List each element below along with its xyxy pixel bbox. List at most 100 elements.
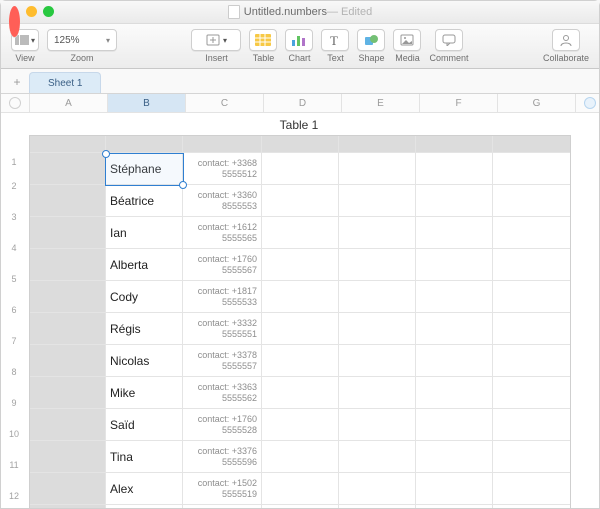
cell-B[interactable]: Régis: [106, 313, 183, 344]
cell-C[interactable]: contact: +33785555557: [183, 345, 262, 376]
close-window-icon[interactable]: [9, 6, 20, 38]
cell-E[interactable]: [339, 473, 416, 504]
row-number[interactable]: 5: [1, 274, 27, 284]
cell-F[interactable]: [416, 185, 493, 216]
table-button[interactable]: [249, 29, 277, 51]
cell-D[interactable]: [262, 281, 339, 312]
cell-G[interactable]: [493, 345, 570, 376]
cell-C[interactable]: contact: +15025555519: [183, 473, 262, 504]
cell-E[interactable]: [339, 505, 416, 508]
cell-B[interactable]: Béatrice: [106, 185, 183, 216]
col-header-C[interactable]: C: [186, 94, 264, 112]
table-row[interactable]: Tinacontact: +33765555596: [30, 441, 570, 473]
sheet-tab-1[interactable]: Sheet 1: [29, 72, 101, 93]
col-header-B[interactable]: B: [108, 94, 186, 112]
cell-F[interactable]: [416, 409, 493, 440]
cell-D[interactable]: [262, 409, 339, 440]
cell-F[interactable]: [416, 377, 493, 408]
chart-button[interactable]: [285, 29, 313, 51]
table-row[interactable]: Iancontact: +16125555565: [30, 217, 570, 249]
table-row[interactable]: Stéphanecontact: +33685555512: [30, 153, 570, 185]
cell-A[interactable]: [30, 505, 106, 508]
cell-A[interactable]: [30, 473, 106, 504]
cell-G[interactable]: [493, 153, 570, 184]
cell-D[interactable]: [262, 249, 339, 280]
cell-C[interactable]: contact: +17605555528: [183, 409, 262, 440]
cell-A[interactable]: [30, 441, 106, 472]
cell-A[interactable]: [30, 313, 106, 344]
cell-F[interactable]: [416, 441, 493, 472]
row-number[interactable]: 7: [1, 336, 27, 346]
cell-F[interactable]: [416, 505, 493, 508]
table-row[interactable]: Alexcontact: +15025555519: [30, 473, 570, 505]
row-number[interactable]: 9: [1, 398, 27, 408]
cell-G[interactable]: [493, 473, 570, 504]
collaborate-button[interactable]: [552, 29, 580, 51]
cell-C[interactable]: contact: +18175555533: [183, 281, 262, 312]
text-button[interactable]: T: [321, 29, 349, 51]
cell-E[interactable]: [339, 377, 416, 408]
table-title[interactable]: Table 1: [29, 115, 569, 135]
cell-E[interactable]: [339, 313, 416, 344]
col-header-A[interactable]: A: [30, 94, 108, 112]
cell-A[interactable]: [30, 217, 106, 248]
cell-A[interactable]: [30, 377, 106, 408]
row-number[interactable]: 10: [1, 429, 27, 439]
cell-B[interactable]: Mike: [106, 377, 183, 408]
cell-G[interactable]: [493, 249, 570, 280]
cell-G[interactable]: [493, 377, 570, 408]
cell-A[interactable]: [30, 281, 106, 312]
table-row[interactable]: Sarahcontact: +33625555554: [30, 505, 570, 508]
cell-D[interactable]: [262, 217, 339, 248]
cell-B[interactable]: Cody: [106, 281, 183, 312]
table-row[interactable]: Régiscontact: +33325555551: [30, 313, 570, 345]
cell-E[interactable]: [339, 345, 416, 376]
cell-G[interactable]: [493, 313, 570, 344]
cell-D[interactable]: [262, 313, 339, 344]
table-row[interactable]: Saïdcontact: +17605555528: [30, 409, 570, 441]
cell-G[interactable]: [493, 409, 570, 440]
cell-E[interactable]: [339, 217, 416, 248]
row-number[interactable]: 1: [1, 157, 27, 167]
insert-button[interactable]: ▾: [191, 29, 241, 51]
cell-E[interactable]: [339, 185, 416, 216]
cell-B[interactable]: Stéphane: [106, 153, 183, 184]
cell-C[interactable]: contact: +33635555562: [183, 377, 262, 408]
cell-B[interactable]: Nicolas: [106, 345, 183, 376]
minimize-window-icon[interactable]: [26, 6, 37, 17]
table-row[interactable]: Albertacontact: +17605555567: [30, 249, 570, 281]
cell-F[interactable]: [416, 313, 493, 344]
comment-button[interactable]: [435, 29, 463, 51]
cell-B[interactable]: Alberta: [106, 249, 183, 280]
cell-G[interactable]: [493, 217, 570, 248]
cell-F[interactable]: [416, 153, 493, 184]
table-row[interactable]: Mikecontact: +33635555562: [30, 377, 570, 409]
fullscreen-window-icon[interactable]: [43, 6, 54, 17]
canvas[interactable]: Table 1 Stéphanecontact: +33685555512Béa…: [1, 112, 599, 508]
cell-B[interactable]: Tina: [106, 441, 183, 472]
select-all-corner[interactable]: [1, 94, 30, 112]
cell-D[interactable]: [262, 345, 339, 376]
cell-A[interactable]: [30, 153, 106, 184]
cell-D[interactable]: [262, 473, 339, 504]
col-header-E[interactable]: E: [342, 94, 420, 112]
cell-F[interactable]: [416, 281, 493, 312]
cell-E[interactable]: [339, 249, 416, 280]
col-header-G[interactable]: G: [498, 94, 576, 112]
cell-G[interactable]: [493, 281, 570, 312]
cell-A[interactable]: [30, 345, 106, 376]
row-number[interactable]: 6: [1, 305, 27, 315]
cell-C[interactable]: contact: +17605555567: [183, 249, 262, 280]
cell-C[interactable]: contact: +33685555512: [183, 153, 262, 184]
col-header-F[interactable]: F: [420, 94, 498, 112]
cell-B[interactable]: Sarah: [106, 505, 183, 508]
cell-C[interactable]: contact: +33325555551: [183, 313, 262, 344]
cell-F[interactable]: [416, 249, 493, 280]
cell-B[interactable]: Saïd: [106, 409, 183, 440]
cell-C[interactable]: contact: +16125555565: [183, 217, 262, 248]
cell-B[interactable]: Ian: [106, 217, 183, 248]
zoom-dropdown[interactable]: 125% ▾: [47, 29, 117, 51]
cell-F[interactable]: [416, 345, 493, 376]
cell-C[interactable]: contact: +33625555554: [183, 505, 262, 508]
cell-D[interactable]: [262, 505, 339, 508]
